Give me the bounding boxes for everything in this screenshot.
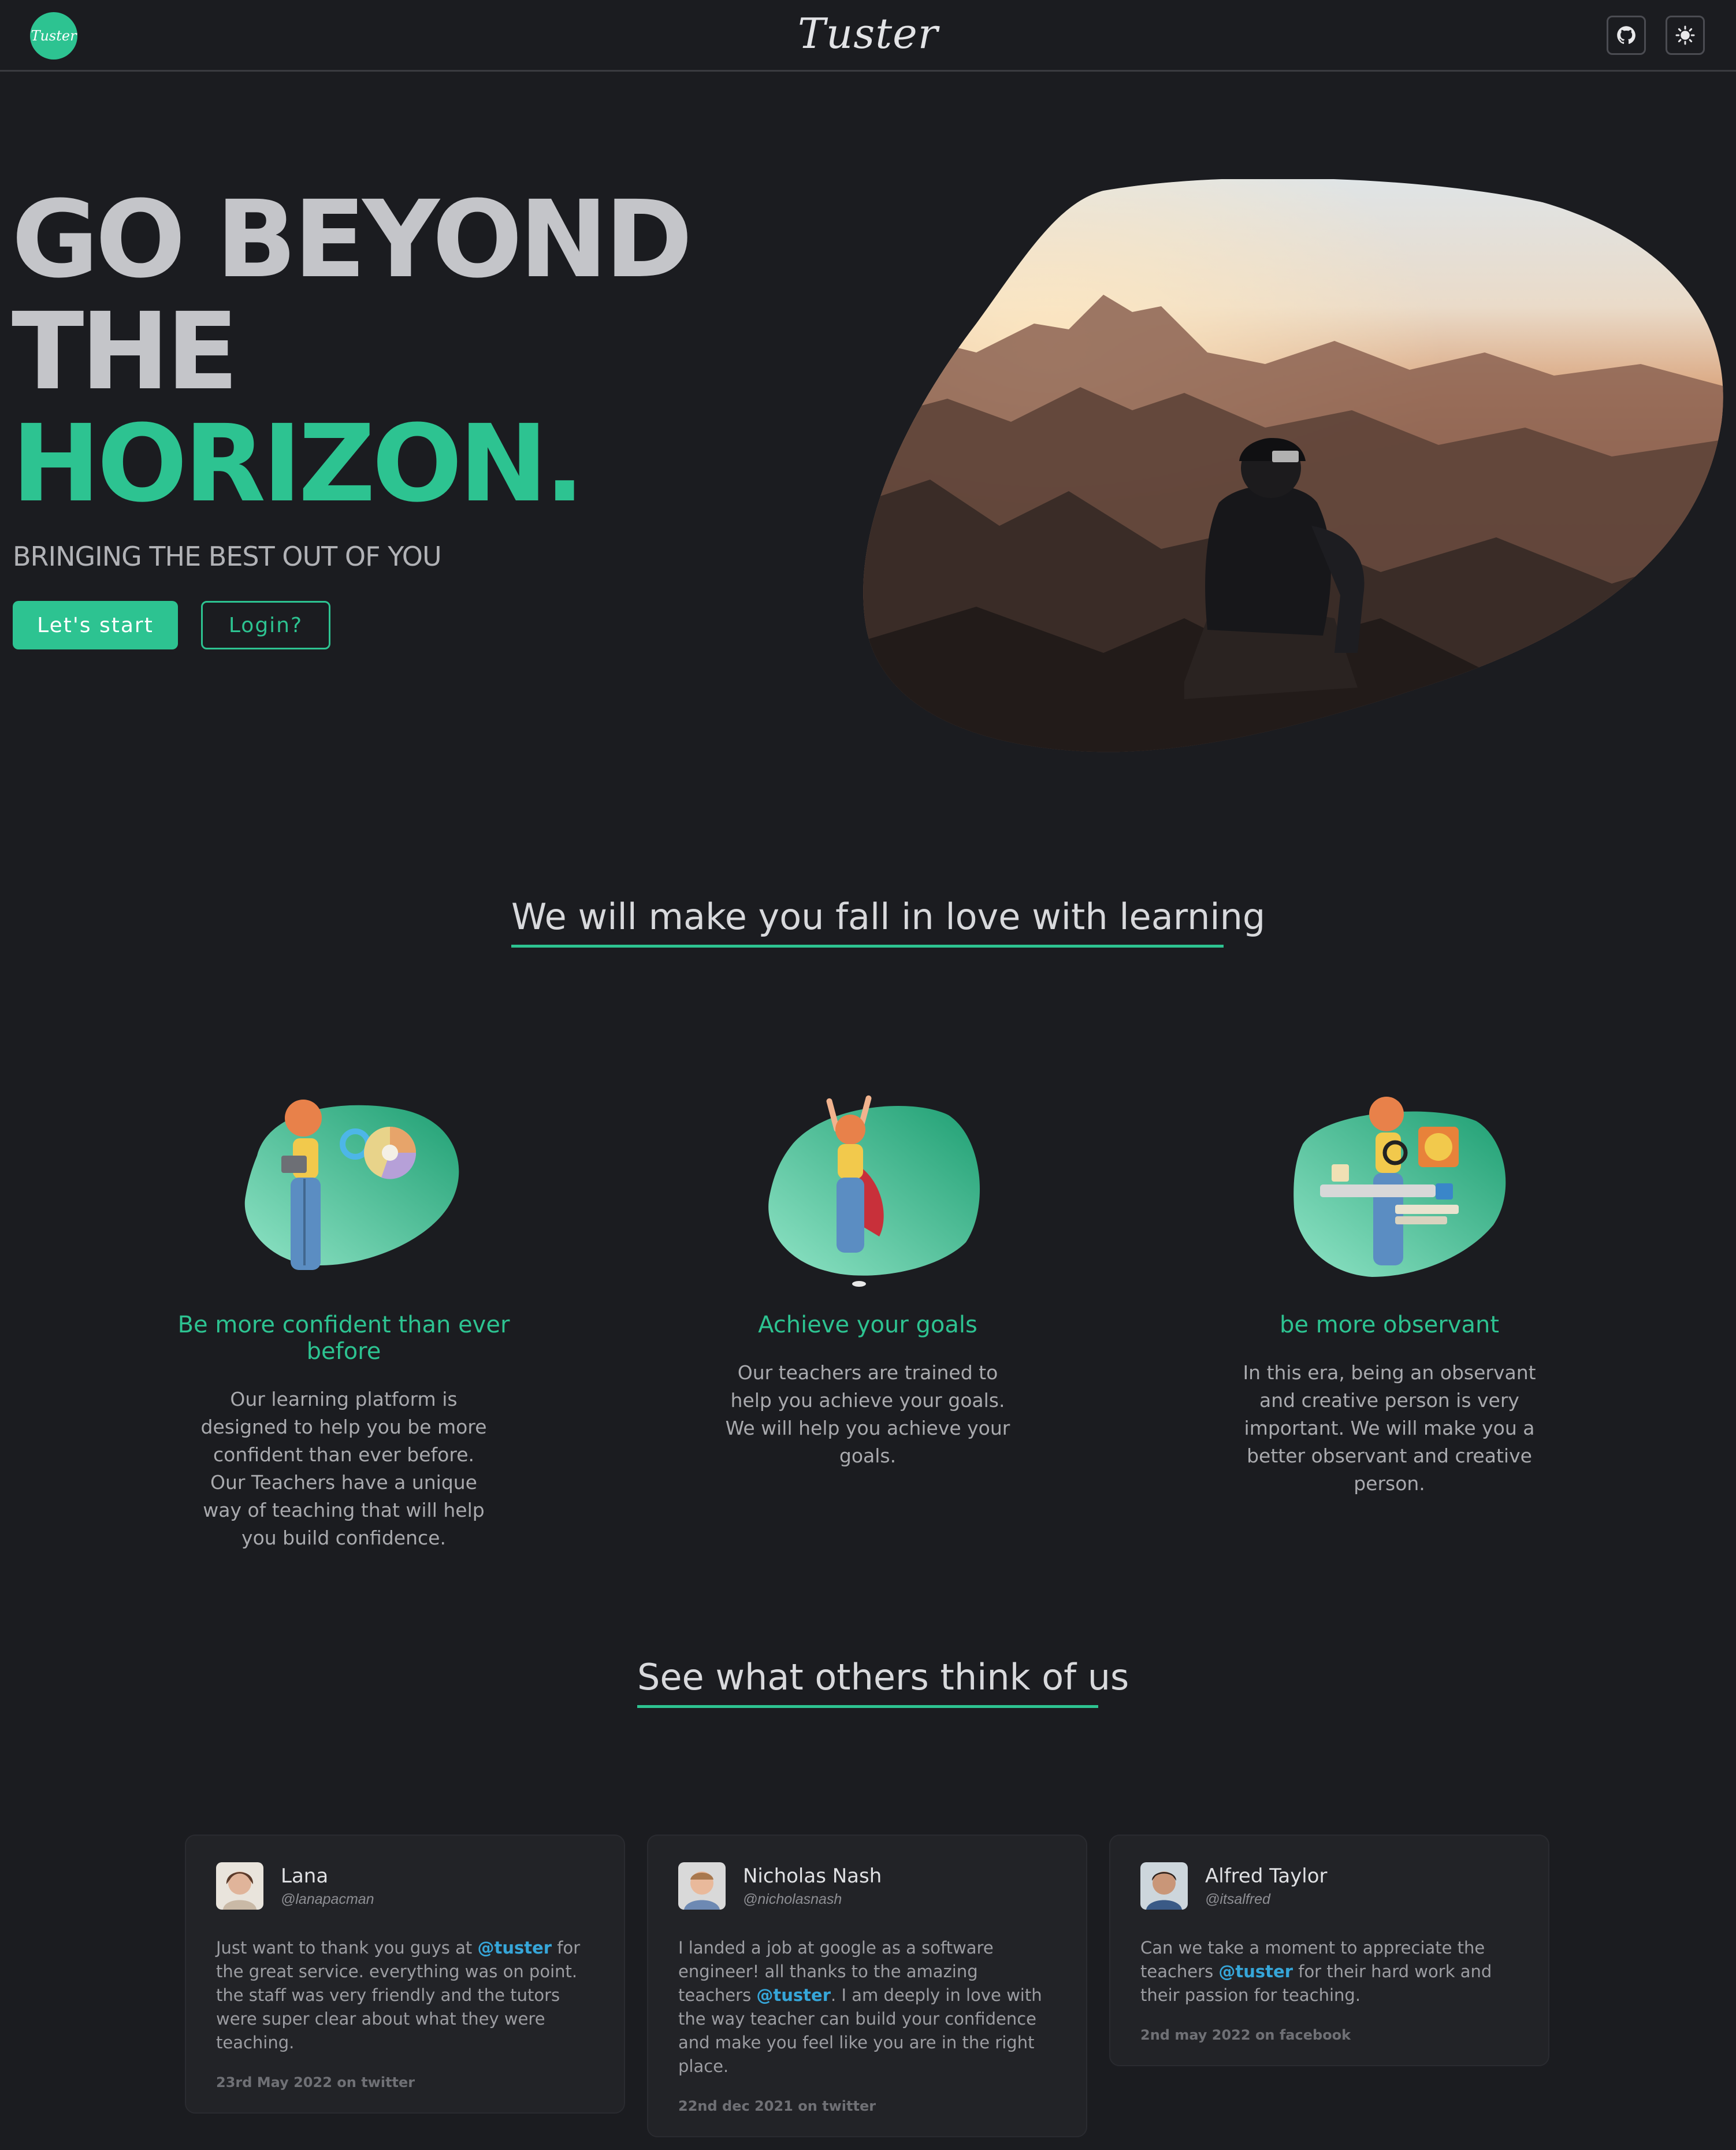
features-heading: We will make you fall in love with learn… bbox=[511, 896, 1265, 948]
login-button[interactable]: Login? bbox=[201, 601, 330, 649]
mention-link[interactable]: @tuster bbox=[1218, 1962, 1293, 1981]
mention-link[interactable]: @tuster bbox=[477, 1938, 552, 1958]
testimonial-card: Nicholas Nash @nicholasnash I landed a j… bbox=[647, 1835, 1087, 2137]
feature-text: Our learning platform is designed to hel… bbox=[200, 1388, 487, 1549]
testimonial-text: Just want to thank you guys at @tuster f… bbox=[216, 1936, 594, 2055]
testimonial-date: 2nd may 2022 on facebook bbox=[1140, 2027, 1351, 2043]
feature-observant: be more observant In this era, being an … bbox=[1187, 1075, 1592, 1498]
hero-title-line3: HORIZON. bbox=[12, 402, 585, 526]
feature-text: Our teachers are trained to help you ach… bbox=[725, 1361, 1010, 1467]
feature-goals: Achieve your goals Our teachers are trai… bbox=[666, 1075, 1070, 1470]
lets-start-button[interactable]: Let's start bbox=[13, 601, 178, 649]
text-before: Just want to thank you guys at bbox=[216, 1938, 478, 1958]
theme-toggle-button[interactable] bbox=[1666, 16, 1705, 55]
hero-title-line2: THE bbox=[12, 290, 239, 414]
testimonial-text: Can we take a moment to appreciate the t… bbox=[1140, 1936, 1518, 2007]
author-handle[interactable]: @nicholasnash bbox=[743, 1891, 882, 1908]
avatar bbox=[1140, 1862, 1188, 1910]
hero-subtitle: BRINGING THE BEST OUT OF YOU bbox=[13, 541, 442, 572]
logo-text: Tuster bbox=[31, 28, 77, 44]
mention-link[interactable]: @tuster bbox=[756, 1985, 831, 2005]
feature-title: Achieve your goals bbox=[758, 1312, 977, 1338]
author-name: Nicholas Nash bbox=[743, 1864, 882, 1888]
feature-title: be more observant bbox=[1279, 1312, 1500, 1338]
github-icon bbox=[1617, 26, 1635, 44]
goals-illustration bbox=[768, 1095, 980, 1287]
github-button[interactable] bbox=[1607, 16, 1646, 55]
observant-illustration bbox=[1293, 1097, 1506, 1277]
hero-image bbox=[863, 179, 1723, 752]
avatar bbox=[678, 1862, 726, 1910]
testimonial-date: 22nd dec 2021 on twitter bbox=[678, 2098, 876, 2114]
navbar: Tuster Tuster bbox=[0, 0, 1736, 72]
author-name: Alfred Taylor bbox=[1205, 1864, 1328, 1888]
feature-text: In this era, being an observant and crea… bbox=[1243, 1361, 1536, 1495]
hero-title: GO BEYOND THE HORIZON. bbox=[12, 178, 693, 526]
testimonial-date: 23rd May 2022 on twitter bbox=[216, 2074, 415, 2090]
feature-confident: Be more confident than ever before Our l… bbox=[142, 1075, 546, 1552]
hero-title-line1: GO BEYOND bbox=[12, 178, 693, 302]
testimonials-heading: See what others think of us bbox=[637, 1656, 1129, 1708]
author-name: Lana bbox=[281, 1864, 329, 1888]
feature-title: Be more confident than ever before bbox=[177, 1312, 510, 1365]
avatar bbox=[216, 1862, 263, 1910]
testimonial-card: Lana @lanapacman Just want to thank you … bbox=[185, 1835, 625, 2114]
author-handle[interactable]: @lanapacman bbox=[281, 1891, 374, 1908]
logo[interactable]: Tuster bbox=[30, 12, 77, 60]
confident-illustration bbox=[244, 1100, 459, 1270]
sun-icon bbox=[1675, 25, 1695, 45]
author-handle[interactable]: @itsalfred bbox=[1205, 1891, 1328, 1908]
brand-title: Tuster bbox=[797, 9, 939, 58]
testimonial-card: Alfred Taylor @itsalfred Can we take a m… bbox=[1109, 1835, 1549, 2066]
testimonial-text: I landed a job at google as a software e… bbox=[678, 1936, 1056, 2078]
